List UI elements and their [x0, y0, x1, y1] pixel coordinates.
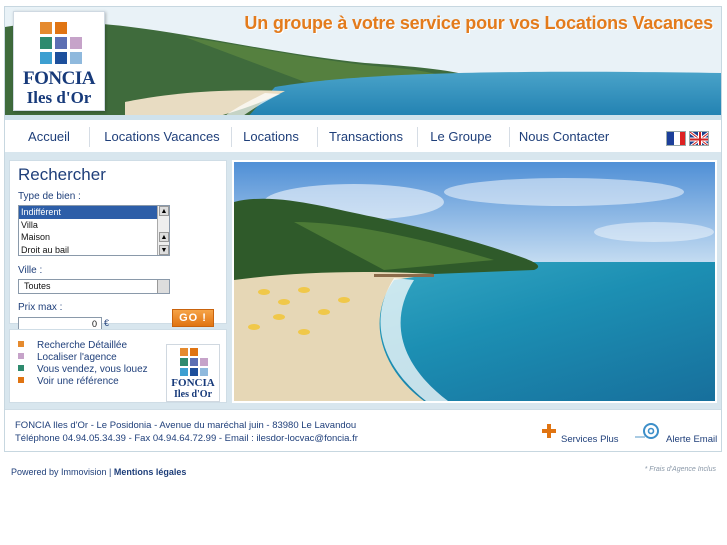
link-label: Vous vendez, vous louez [37, 364, 148, 375]
nav-locations[interactable]: Locations [237, 120, 305, 154]
nav-divider [89, 127, 90, 147]
nav-divider [509, 127, 510, 147]
max-price-input[interactable]: 0 [18, 317, 102, 329]
uk-flag-icon[interactable] [689, 131, 709, 146]
type-option[interactable]: Indifférent [19, 206, 169, 219]
city-select[interactable]: Toutes [18, 279, 170, 294]
header-slogan: Un groupe à votre service pour vos Locat… [244, 13, 713, 33]
go-button[interactable]: GO ! [172, 309, 214, 327]
link-label: Recherche Détaillée [37, 340, 128, 351]
mini-logo-brand: FONCIA [171, 377, 215, 389]
logo-brand: FONCIA [23, 68, 95, 89]
logo-subbrand: Iles d'Or [26, 88, 92, 107]
email-at-icon[interactable] [635, 423, 663, 441]
footer-bar: FONCIA Iles d'Or - Le Posidonia - Avenue… [5, 409, 721, 451]
nav-transactions[interactable]: Transactions [323, 120, 409, 154]
nav-locations-vacances[interactable]: Locations Vacances [95, 120, 229, 154]
beach-photo [232, 160, 717, 403]
property-type-listbox[interactable]: Indifférent Villa Maison Droit au bail ▲… [18, 205, 170, 256]
link-label: Voir une référence [37, 376, 119, 387]
nav-le-groupe[interactable]: Le Groupe [423, 120, 499, 154]
page-frame: Un groupe à votre service pour vos Locat… [4, 6, 722, 452]
link-recherche-detaillee[interactable]: Recherche Détaillée [18, 340, 127, 351]
fr-flag-icon[interactable] [666, 131, 686, 146]
foncia-mini-logo: FONCIA Iles d'Or [166, 344, 220, 402]
orange-square-icon [18, 341, 24, 347]
city-label: Ville : [18, 265, 43, 276]
green-square-icon [18, 365, 24, 371]
dropdown-arrow-icon[interactable] [157, 280, 169, 293]
mini-logo-subbrand: Iles d'Or [173, 389, 213, 400]
header-banner: Un groupe à votre service pour vos Locat… [5, 7, 721, 120]
price-label: Prix max : [18, 302, 63, 313]
services-plus-link[interactable]: Services Plus [561, 434, 619, 445]
type-option[interactable]: Villa [19, 219, 169, 232]
currency-symbol: € [104, 318, 110, 328]
nav-nous-contacter[interactable]: Nous Contacter [515, 120, 613, 154]
type-label: Type de bien : [18, 191, 81, 202]
search-title: Rechercher [18, 165, 106, 184]
listbox-scrollbar[interactable]: ▲ ▲ ▼ [157, 206, 169, 255]
legal-notice-link[interactable]: Mentions légales [114, 467, 187, 477]
beach-photo-image [234, 162, 715, 401]
nav-divider [417, 127, 418, 147]
scroll-up-icon[interactable]: ▲ [159, 206, 169, 216]
powered-by: Powered by Immovision | Mentions légales [11, 467, 186, 477]
powered-by-text: Powered by Immovision | [11, 467, 112, 477]
city-selected-value: Toutes [24, 281, 51, 291]
link-voir-reference[interactable]: Voir une référence [18, 376, 119, 387]
type-option[interactable]: Droit au bail [19, 244, 169, 256]
agency-contact: Téléphone 04.94.05.34.39 - Fax 04.94.64.… [15, 433, 358, 444]
link-label: Localiser l'agence [37, 352, 117, 363]
agency-fees-note: * Frais d'Agence Inclus [644, 466, 716, 473]
mauve-square-icon [18, 353, 24, 359]
search-panel: Rechercher Type de bien : Indifférent Vi… [9, 160, 227, 329]
foncia-logo[interactable]: FONCIA Iles d'Or [13, 11, 105, 111]
logo-squares-icon [40, 22, 82, 64]
plus-icon[interactable] [541, 423, 557, 439]
orange-square-icon [18, 377, 24, 383]
quick-links-panel: Recherche Détaillée Localiser l'agence V… [9, 329, 227, 403]
link-localiser-agence[interactable]: Localiser l'agence [18, 352, 117, 363]
logo-squares-icon [180, 348, 208, 376]
nav-divider [317, 127, 318, 147]
alerte-email-link[interactable]: Alerte Email [666, 434, 717, 445]
scroll-down-icon[interactable]: ▼ [159, 245, 169, 255]
agency-address: FONCIA Iles d'Or - Le Posidonia - Avenue… [15, 420, 357, 431]
scroll-down-arrow-icon[interactable]: ▲ [159, 232, 169, 242]
type-option[interactable]: Maison [19, 231, 169, 244]
main-nav: Accueil Locations Vacances Locations Tra… [5, 120, 721, 154]
link-vous-vendez[interactable]: Vous vendez, vous louez [18, 364, 148, 375]
nav-accueil[interactable]: Accueil [15, 120, 83, 154]
nav-divider [231, 127, 232, 147]
